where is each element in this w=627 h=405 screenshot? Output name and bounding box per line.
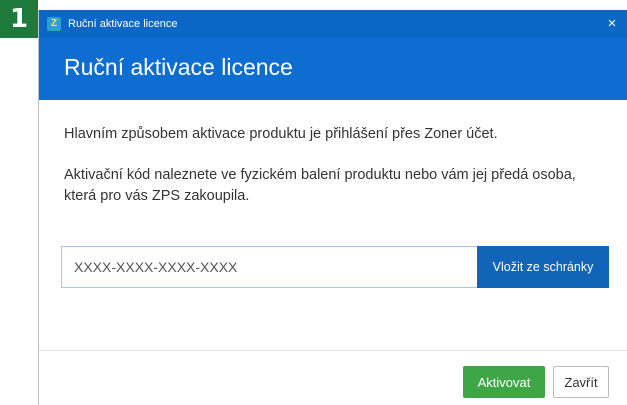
license-activation-dialog: Z Ruční aktivace licence × Ruční aktivac… xyxy=(38,10,627,405)
dialog-title: Ruční aktivace licence xyxy=(64,54,293,80)
main-method-text: Hlavním způsobem aktivace produktu je př… xyxy=(64,126,498,142)
close-button[interactable]: Zavřít xyxy=(553,366,609,398)
zoner-app-icon: Z xyxy=(47,17,61,31)
footer-divider xyxy=(39,350,627,351)
window-title: Ruční aktivace licence xyxy=(68,18,178,30)
window-titlebar: Z Ruční aktivace licence × xyxy=(39,10,627,38)
activate-button[interactable]: Aktivovat xyxy=(463,366,545,398)
activation-code-info-text: Aktivační kód naleznete ve fyzickém bale… xyxy=(64,167,576,204)
activation-code-input[interactable] xyxy=(61,246,477,288)
close-icon[interactable]: × xyxy=(599,10,625,38)
step-number-badge: 1 xyxy=(0,0,38,38)
activation-code-row: Vložit ze schránky xyxy=(61,246,609,288)
dialog-header: Ruční aktivace licence xyxy=(39,38,627,100)
paste-from-clipboard-button[interactable]: Vložit ze schránky xyxy=(477,246,609,288)
